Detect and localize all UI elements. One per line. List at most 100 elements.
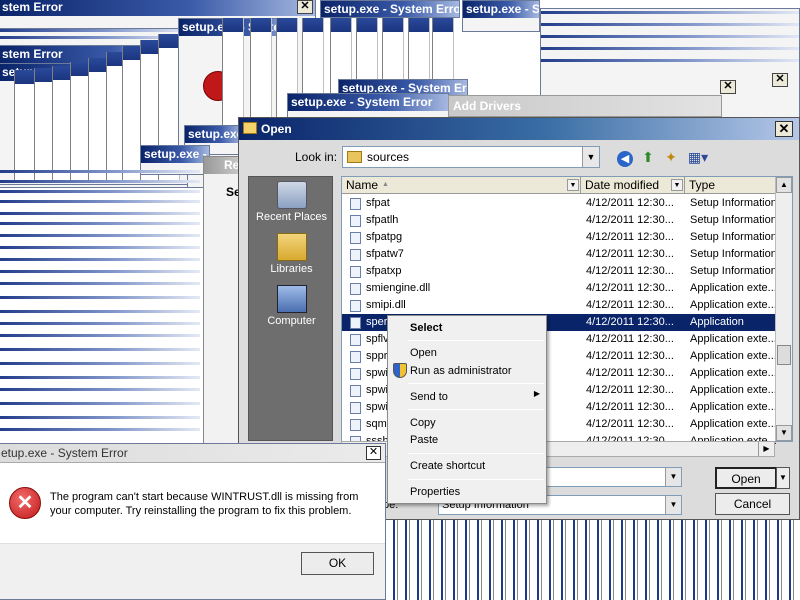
scroll-down-icon[interactable]: ▼ [776,425,792,441]
place-libraries[interactable]: Libraries [249,233,334,275]
close-icon[interactable]: ✕ [297,0,313,14]
context-menu: Select Open Run as administrator Send to… [387,315,547,504]
close-icon[interactable]: ✕ [720,80,736,94]
file-list-header: Name ▲ ▼ Date modified ▼ Type [342,177,776,194]
computer-icon [276,285,307,313]
menu-item-create-shortcut[interactable]: Create shortcut [410,458,485,474]
column-header-type[interactable]: Type [685,177,776,194]
chevron-down-icon[interactable]: ▼ [665,496,681,514]
menu-item-select[interactable]: Select [410,320,442,336]
bg-error-title: setup.exe - System Error [288,94,448,111]
look-in-value: sources [367,150,410,164]
file-type: Application exte... [690,333,777,345]
menu-separator [408,409,544,410]
menu-item-copy[interactable]: Copy [410,415,436,431]
file-row[interactable]: sfpatpg 4/12/2011 12:30... Setup Informati… [342,229,777,246]
libraries-icon [276,233,307,261]
sort-arrow-icon: ▲ [382,181,389,188]
ok-button[interactable]: OK [301,552,374,575]
chevron-down-icon[interactable]: ▼ [665,468,681,486]
chevron-down-icon[interactable]: ▼ [567,179,579,191]
menu-item-paste[interactable]: Paste [410,432,438,448]
file-date-modified: 4/12/2011 12:30... [586,316,674,328]
look-in-dropdown[interactable]: sources ▼ [342,146,600,168]
file-row[interactable]: sfpatw7 4/12/2011 12:30... Setup Informati… [342,246,777,263]
file-name: sfpatlh [366,214,399,226]
open-dialog-title: Open [261,122,292,136]
file-name: smipi.dll [366,299,406,311]
file-icon [350,351,361,363]
scroll-right-icon[interactable]: ▶ [758,442,774,456]
file-icon [350,402,361,414]
place-computer[interactable]: Computer [249,285,334,327]
file-icon [350,334,361,346]
file-type: Application [690,316,744,328]
open-split-arrow-icon[interactable]: ▼ [776,467,790,489]
chevron-down-icon[interactable]: ▼ [671,179,683,191]
file-type: Application exte... [690,282,777,294]
file-date-modified: 4/12/2011 12:30... [586,214,674,226]
file-icon [350,215,361,227]
file-icon [350,249,361,261]
scroll-thumb[interactable] [777,345,791,365]
file-name: smiengine.dll [366,282,431,294]
chevron-down-icon[interactable]: ▼ [582,147,599,167]
uac-shield-icon [393,363,407,378]
cancel-button[interactable]: Cancel [715,493,790,515]
view-menu-icon[interactable]: ▦▾ [685,148,711,166]
menu-separator [408,340,544,341]
stacked-window-edges [386,520,800,600]
menu-item-run-as-administrator[interactable]: Run as administrator [410,363,512,379]
file-icon [350,198,361,210]
file-icon [350,368,361,380]
menu-separator [408,383,544,384]
file-row[interactable]: smiengine.dll 4/12/2011 12:30... Applicati… [342,280,777,297]
column-header-date[interactable]: Date modified ▼ [581,177,685,194]
close-button[interactable]: ✕ [366,446,381,460]
folder-icon [347,151,362,163]
look-in-label: Look in: [295,150,338,164]
menu-item-properties[interactable]: Properties [410,484,460,500]
place-label: Libraries [270,263,313,275]
vertical-scrollbar[interactable]: ▲ ▼ [775,177,792,441]
back-icon[interactable]: ◀ [616,148,634,167]
bg-error-title: setup.exe - System Error [321,1,459,17]
recent-places-icon [276,181,307,209]
menu-separator [408,453,544,454]
file-row[interactable]: smipi.dll 4/12/2011 12:30... Application e… [342,297,777,314]
error-icon: ✕ [9,487,41,519]
column-header-name[interactable]: Name ▲ ▼ [342,177,581,194]
submenu-arrow-icon: ▶ [533,389,540,398]
bg-error-title: setup.exe - System Error [463,1,539,18]
file-date-modified: 4/12/2011 12:30... [586,248,674,260]
background-dialog-title: Re [204,157,240,174]
file-row[interactable]: sfpat 4/12/2011 12:30... Setup Information [342,195,777,212]
menu-item-send-to[interactable]: Send to [410,389,448,405]
open-dialog-titlebar: Open ✕ [239,118,799,140]
bg-error-window: setup.exe - System Error [320,0,460,18]
file-row[interactable]: sfpatlh 4/12/2011 12:30... Setup Informati… [342,212,777,229]
up-folder-icon[interactable]: ⬆ [639,148,657,166]
new-folder-icon[interactable]: ✦ [662,148,680,166]
file-name: sfpatpg [366,231,403,243]
file-type: Setup Information [690,248,777,260]
open-button[interactable]: Open [715,467,777,489]
file-row[interactable]: sfpatxp 4/12/2011 12:30... Setup Informati… [342,263,777,280]
add-drivers-window-title: Add Drivers [448,95,722,117]
close-button[interactable]: ✕ [775,121,793,137]
file-name: sfpat [366,197,390,209]
error-message: The program can't start because WINTRUST… [50,491,359,517]
place-recent-places[interactable]: Recent Places [249,181,334,223]
file-icon [350,232,361,244]
file-name: sfpatw7 [366,248,404,260]
file-type: Setup Information [690,265,777,277]
menu-item-open[interactable]: Open [410,345,437,361]
file-name: sfpatxp [366,265,402,277]
background-dialog: Re Se [203,156,241,446]
scroll-up-icon[interactable]: ▲ [776,177,792,193]
stacked-window-edges [0,170,205,440]
file-date-modified: 4/12/2011 12:30... [586,282,674,294]
bg-error-title: stem Error [0,0,315,16]
file-type: Application exte... [690,384,777,396]
close-icon[interactable]: ✕ [772,73,788,87]
